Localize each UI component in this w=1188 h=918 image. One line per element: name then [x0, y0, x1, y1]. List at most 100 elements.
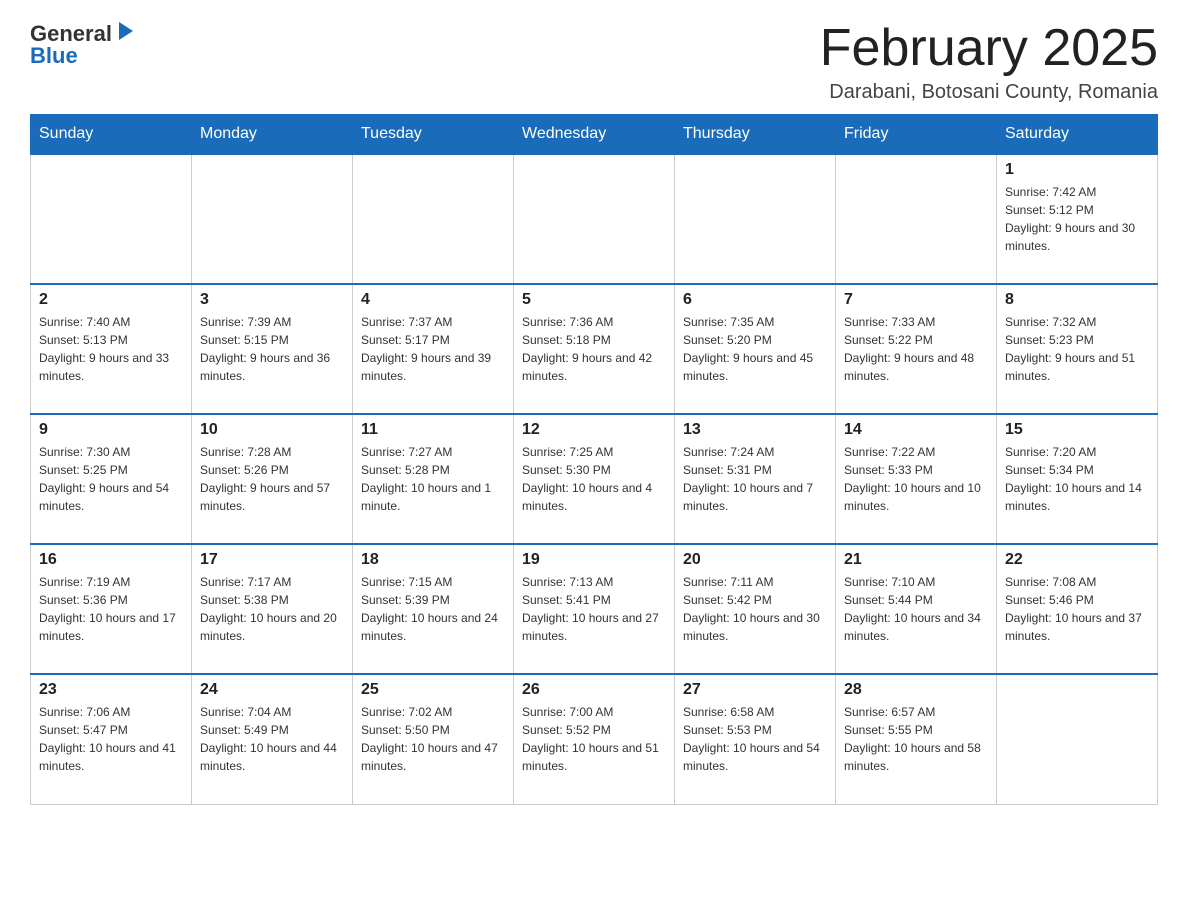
calendar-cell: 22 Sunrise: 7:08 AMSunset: 5:46 PMDayligh… [997, 544, 1158, 674]
day-info: Sunrise: 7:25 AMSunset: 5:30 PMDaylight:… [522, 443, 666, 515]
day-number: 22 [1005, 551, 1149, 569]
day-number: 6 [683, 291, 827, 309]
day-number: 20 [683, 551, 827, 569]
day-info: Sunrise: 7:19 AMSunset: 5:36 PMDaylight:… [39, 573, 183, 645]
calendar-week-2: 2Sunrise: 7:40 AMSunset: 5:13 PMDaylight… [31, 284, 1158, 414]
calendar-cell: 27Sunrise: 6:58 AMSunset: 5:53 PMDayligh… [675, 674, 836, 804]
calendar-cell: 21 Sunrise: 7:10 AMSunset: 5:44 PMDayligh… [836, 544, 997, 674]
calendar-cell: 10 Sunrise: 7:28 AMSunset: 5:26 PMDayligh… [192, 414, 353, 544]
logo-arrow-icon [115, 20, 137, 47]
day-info: Sunrise: 7:13 AMSunset: 5:41 PMDaylight:… [522, 573, 666, 645]
calendar-cell: 4 Sunrise: 7:37 AMSunset: 5:17 PMDaylight… [353, 284, 514, 414]
calendar-table: SundayMondayTuesdayWednesdayThursdayFrid… [30, 114, 1158, 805]
logo-blue-text: Blue [30, 43, 78, 69]
day-info: Sunrise: 7:28 AMSunset: 5:26 PMDaylight:… [200, 443, 344, 515]
day-number: 25 [361, 681, 505, 699]
calendar-cell [514, 154, 675, 284]
day-number: 4 [361, 291, 505, 309]
day-info: Sunrise: 7:00 AMSunset: 5:52 PMDaylight:… [522, 703, 666, 775]
calendar-header-thursday: Thursday [675, 115, 836, 155]
day-info: Sunrise: 7:08 AMSunset: 5:46 PMDaylight:… [1005, 573, 1149, 645]
calendar-cell: 23 Sunrise: 7:06 AMSunset: 5:47 PMDayligh… [31, 674, 192, 804]
calendar-cell: 16Sunrise: 7:19 AMSunset: 5:36 PMDayligh… [31, 544, 192, 674]
day-number: 28 [844, 681, 988, 699]
day-number: 23 [39, 681, 183, 699]
calendar-cell: 26 Sunrise: 7:00 AMSunset: 5:52 PMDayligh… [514, 674, 675, 804]
day-number: 17 [200, 551, 344, 569]
logo: General Blue [30, 20, 137, 69]
day-info: Sunrise: 7:04 AMSunset: 5:49 PMDaylight:… [200, 703, 344, 775]
calendar-week-1: 1 Sunrise: 7:42 AMSunset: 5:12 PMDaylight… [31, 154, 1158, 284]
day-info: Sunrise: 6:57 AMSunset: 5:55 PMDaylight:… [844, 703, 988, 775]
calendar-cell: 7Sunrise: 7:33 AMSunset: 5:22 PMDaylight… [836, 284, 997, 414]
calendar-cell [997, 674, 1158, 804]
calendar-week-5: 23 Sunrise: 7:06 AMSunset: 5:47 PMDayligh… [31, 674, 1158, 804]
day-info: Sunrise: 7:33 AMSunset: 5:22 PMDaylight:… [844, 313, 988, 385]
day-info: Sunrise: 7:10 AMSunset: 5:44 PMDaylight:… [844, 573, 988, 645]
day-number: 15 [1005, 421, 1149, 439]
day-number: 19 [522, 551, 666, 569]
calendar-week-4: 16Sunrise: 7:19 AMSunset: 5:36 PMDayligh… [31, 544, 1158, 674]
calendar-cell [675, 154, 836, 284]
calendar-cell: 19 Sunrise: 7:13 AMSunset: 5:41 PMDayligh… [514, 544, 675, 674]
calendar-cell: 20Sunrise: 7:11 AMSunset: 5:42 PMDayligh… [675, 544, 836, 674]
calendar-header-saturday: Saturday [997, 115, 1158, 155]
calendar-header-tuesday: Tuesday [353, 115, 514, 155]
calendar-cell: 9 Sunrise: 7:30 AMSunset: 5:25 PMDaylight… [31, 414, 192, 544]
calendar-cell: 24 Sunrise: 7:04 AMSunset: 5:49 PMDayligh… [192, 674, 353, 804]
day-number: 13 [683, 421, 827, 439]
day-info: Sunrise: 7:24 AMSunset: 5:31 PMDaylight:… [683, 443, 827, 515]
calendar-cell: 2Sunrise: 7:40 AMSunset: 5:13 PMDaylight… [31, 284, 192, 414]
calendar-cell [192, 154, 353, 284]
calendar-header-row: SundayMondayTuesdayWednesdayThursdayFrid… [31, 115, 1158, 155]
calendar-cell: 3 Sunrise: 7:39 AMSunset: 5:15 PMDaylight… [192, 284, 353, 414]
day-number: 9 [39, 421, 183, 439]
location-title: Darabani, Botosani County, Romania [820, 81, 1158, 104]
calendar-cell: 5Sunrise: 7:36 AMSunset: 5:18 PMDaylight… [514, 284, 675, 414]
day-number: 27 [683, 681, 827, 699]
day-info: Sunrise: 7:02 AMSunset: 5:50 PMDaylight:… [361, 703, 505, 775]
calendar-cell: 13 Sunrise: 7:24 AMSunset: 5:31 PMDayligh… [675, 414, 836, 544]
day-number: 18 [361, 551, 505, 569]
calendar-header-wednesday: Wednesday [514, 115, 675, 155]
day-info: Sunrise: 7:30 AMSunset: 5:25 PMDaylight:… [39, 443, 183, 515]
day-info: Sunrise: 7:39 AMSunset: 5:15 PMDaylight:… [200, 313, 344, 385]
calendar-header-monday: Monday [192, 115, 353, 155]
day-info: Sunrise: 7:06 AMSunset: 5:47 PMDaylight:… [39, 703, 183, 775]
calendar-header-friday: Friday [836, 115, 997, 155]
day-info: Sunrise: 7:17 AMSunset: 5:38 PMDaylight:… [200, 573, 344, 645]
calendar-cell: 14 Sunrise: 7:22 AMSunset: 5:33 PMDayligh… [836, 414, 997, 544]
day-number: 24 [200, 681, 344, 699]
day-number: 26 [522, 681, 666, 699]
day-number: 11 [361, 421, 505, 439]
calendar-cell [353, 154, 514, 284]
calendar-cell: 1 Sunrise: 7:42 AMSunset: 5:12 PMDaylight… [997, 154, 1158, 284]
calendar-cell: 8 Sunrise: 7:32 AMSunset: 5:23 PMDaylight… [997, 284, 1158, 414]
day-number: 8 [1005, 291, 1149, 309]
calendar-cell: 6 Sunrise: 7:35 AMSunset: 5:20 PMDaylight… [675, 284, 836, 414]
calendar-cell: 15Sunrise: 7:20 AMSunset: 5:34 PMDayligh… [997, 414, 1158, 544]
day-info: Sunrise: 7:22 AMSunset: 5:33 PMDaylight:… [844, 443, 988, 515]
day-info: Sunrise: 7:32 AMSunset: 5:23 PMDaylight:… [1005, 313, 1149, 385]
calendar-cell: 25 Sunrise: 7:02 AMSunset: 5:50 PMDayligh… [353, 674, 514, 804]
day-number: 2 [39, 291, 183, 309]
day-info: Sunrise: 7:15 AMSunset: 5:39 PMDaylight:… [361, 573, 505, 645]
day-info: Sunrise: 7:36 AMSunset: 5:18 PMDaylight:… [522, 313, 666, 385]
calendar-cell: 17 Sunrise: 7:17 AMSunset: 5:38 PMDayligh… [192, 544, 353, 674]
calendar-cell: 18 Sunrise: 7:15 AMSunset: 5:39 PMDayligh… [353, 544, 514, 674]
day-number: 14 [844, 421, 988, 439]
day-number: 10 [200, 421, 344, 439]
day-number: 21 [844, 551, 988, 569]
calendar-header-sunday: Sunday [31, 115, 192, 155]
day-number: 12 [522, 421, 666, 439]
calendar-cell: 12 Sunrise: 7:25 AMSunset: 5:30 PMDayligh… [514, 414, 675, 544]
title-block: February 2025 Darabani, Botosani County,… [820, 20, 1158, 104]
day-number: 1 [1005, 161, 1149, 179]
calendar-cell: 28 Sunrise: 6:57 AMSunset: 5:55 PMDayligh… [836, 674, 997, 804]
day-info: Sunrise: 7:37 AMSunset: 5:17 PMDaylight:… [361, 313, 505, 385]
day-info: Sunrise: 7:42 AMSunset: 5:12 PMDaylight:… [1005, 183, 1149, 255]
month-title: February 2025 [820, 20, 1158, 77]
day-info: Sunrise: 7:35 AMSunset: 5:20 PMDaylight:… [683, 313, 827, 385]
calendar-cell [836, 154, 997, 284]
day-number: 3 [200, 291, 344, 309]
